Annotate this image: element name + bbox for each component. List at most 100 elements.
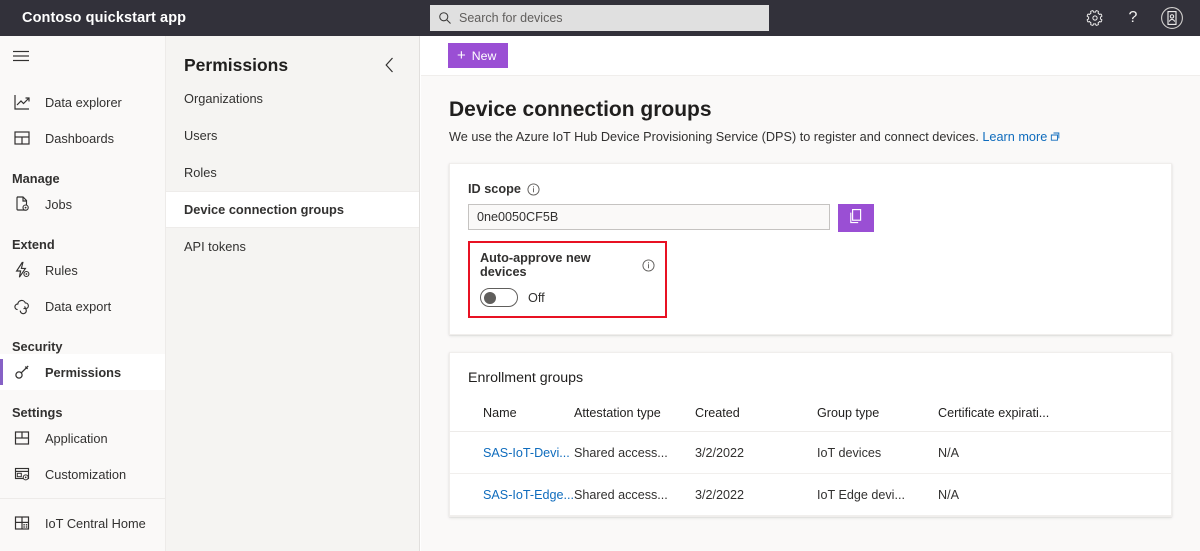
search-box[interactable] xyxy=(430,5,769,31)
sidebar-item-dashboards[interactable]: Dashboards xyxy=(0,120,165,156)
auto-approve-state-label: Off xyxy=(528,290,545,305)
sidebar-item-iot-central-home[interactable]: IoT Central Home xyxy=(0,505,165,541)
cell-created: 3/2/2022 xyxy=(695,473,817,516)
cell-certificate-expiration: N/A xyxy=(938,473,1171,516)
sidebar-item-label: IoT Central Home xyxy=(45,515,146,531)
panel-title: Permissions xyxy=(184,54,289,75)
new-button[interactable]: + New xyxy=(448,43,509,68)
auto-approve-label: Auto-approve new devices xyxy=(480,251,591,279)
dashboards-icon xyxy=(12,128,32,148)
plus-icon: + xyxy=(457,47,466,64)
auto-approve-label-row: Auto-approve new devices xyxy=(480,251,655,279)
sidebar-item-label: Permissions xyxy=(45,364,122,380)
external-link-icon xyxy=(1050,130,1060,146)
auto-approve-toggle[interactable] xyxy=(480,288,518,307)
top-bar-actions: ? xyxy=(1076,0,1192,36)
home-grid-icon xyxy=(12,513,32,533)
info-icon[interactable] xyxy=(642,258,655,272)
sidebar-item-label: Customization xyxy=(45,466,127,482)
copy-button[interactable] xyxy=(838,204,874,232)
enrollment-group-link[interactable]: SAS-IoT-Devi... xyxy=(483,446,570,460)
sidebar-item-label: Application xyxy=(45,430,108,446)
sidebar-item-application[interactable]: Application xyxy=(0,420,165,456)
main-content: + New Device connection groups We use th… xyxy=(421,36,1200,551)
sidebar-item-data-explorer[interactable]: Data explorer xyxy=(0,84,165,120)
data-explorer-icon xyxy=(12,92,32,112)
panel-item-api-tokens[interactable]: API tokens xyxy=(166,228,419,265)
panel-item-roles[interactable]: Roles xyxy=(166,154,419,191)
customization-icon xyxy=(12,464,32,484)
top-bar: Contoso quickstart app ? xyxy=(0,0,1200,36)
sidebar-item-permissions[interactable]: Permissions xyxy=(0,354,165,390)
auto-approve-toggle-row: Off xyxy=(480,288,655,307)
nav-group-manage: Manage xyxy=(12,171,60,186)
search-icon xyxy=(438,11,452,25)
permissions-key-icon xyxy=(12,362,32,382)
info-icon[interactable] xyxy=(527,182,540,196)
column-header-created[interactable]: Created xyxy=(695,406,817,432)
id-scope-card: ID scope 0ne0050CF5B Auto-approve new de… xyxy=(449,163,1172,335)
enrollment-groups-card: Enrollment groups Name Attestation type … xyxy=(449,352,1172,517)
cell-attestation-type: Shared access... xyxy=(574,431,695,474)
cell-group-type: IoT devices xyxy=(817,431,938,474)
sidebar-item-data-export[interactable]: Data export xyxy=(0,288,165,324)
enrollment-groups-table: Name Attestation type Created Group type… xyxy=(450,406,1171,516)
id-scope-label-row: ID scope xyxy=(468,182,1153,196)
panel-item-label: API tokens xyxy=(184,239,246,254)
sidebar-item-jobs[interactable]: Jobs xyxy=(0,186,165,222)
id-scope-row xyxy=(468,204,1153,232)
content-body: Device connection groups We use the Azur… xyxy=(421,76,1200,517)
search-input[interactable] xyxy=(459,11,761,25)
page-description: We use the Azure IoT Hub Device Provisio… xyxy=(449,129,1172,146)
command-bar: + New xyxy=(421,36,1200,76)
left-navigation: Data explorer Dashboards Manage Jobs Ext… xyxy=(0,36,166,551)
learn-more-link[interactable]: Learn more xyxy=(982,130,1047,144)
table-header-row: Name Attestation type Created Group type… xyxy=(450,406,1171,432)
panel-item-label: Users xyxy=(184,128,218,143)
panel-item-users[interactable]: Users xyxy=(166,117,419,154)
copy-icon xyxy=(848,208,864,228)
nav-group-extend: Extend xyxy=(12,237,55,252)
column-header-name[interactable]: Name xyxy=(450,406,574,432)
gear-icon[interactable] xyxy=(1076,0,1114,36)
sidebar-item-label: Rules xyxy=(45,262,78,278)
nav-group-security: Security xyxy=(12,339,63,354)
id-scope-input[interactable] xyxy=(468,204,830,230)
auto-approve-highlight: Auto-approve new devices Off xyxy=(468,241,667,318)
toggle-knob xyxy=(484,292,496,304)
sidebar-item-label: Data explorer xyxy=(45,94,122,110)
sidebar-item-label: Dashboards xyxy=(45,130,115,146)
id-scope-label: ID scope xyxy=(468,182,521,196)
enrollment-group-link[interactable]: SAS-IoT-Edge... xyxy=(483,488,574,502)
sidebar-item-rules[interactable]: Rules xyxy=(0,252,165,288)
cell-attestation-type: Shared access... xyxy=(574,473,695,516)
chevron-left-icon[interactable] xyxy=(379,54,401,76)
question-mark-icon[interactable]: ? xyxy=(1114,0,1152,36)
panel-item-device-connection-groups[interactable]: Device connection groups xyxy=(166,191,419,228)
panel-item-organizations[interactable]: Organizations xyxy=(166,80,419,117)
panel-item-label: Organizations xyxy=(184,91,263,106)
nav-divider xyxy=(0,498,165,499)
cell-created: 3/2/2022 xyxy=(695,431,817,474)
column-header-attestation[interactable]: Attestation type xyxy=(574,406,695,432)
app-window: Contoso quickstart app ? xyxy=(0,0,1200,551)
sidebar-item-label: Jobs xyxy=(45,196,73,212)
application-icon xyxy=(12,428,32,448)
panel-item-label: Device connection groups xyxy=(184,202,344,217)
sidebar-item-customization[interactable]: Customization xyxy=(0,456,165,492)
column-header-group-type[interactable]: Group type xyxy=(817,406,938,432)
permissions-panel-header: Permissions xyxy=(166,36,419,80)
jobs-icon xyxy=(12,194,32,214)
avatar[interactable] xyxy=(1152,0,1192,36)
rules-icon xyxy=(12,260,32,280)
table-row[interactable]: SAS-IoT-Devi... Shared access... 3/2/202… xyxy=(450,431,1171,474)
table-row[interactable]: SAS-IoT-Edge... Shared access... 3/2/202… xyxy=(450,473,1171,516)
permissions-panel: Permissions Organizations Users Roles De… xyxy=(166,36,420,551)
hamburger-icon[interactable] xyxy=(0,36,165,76)
panel-item-label: Roles xyxy=(184,165,217,180)
page-title: Device connection groups xyxy=(449,98,712,121)
page-description-text: We use the Azure IoT Hub Device Provisio… xyxy=(449,130,979,144)
new-button-label: New xyxy=(471,48,497,63)
column-header-certificate-expiration[interactable]: Certificate expirati... xyxy=(938,406,1171,432)
